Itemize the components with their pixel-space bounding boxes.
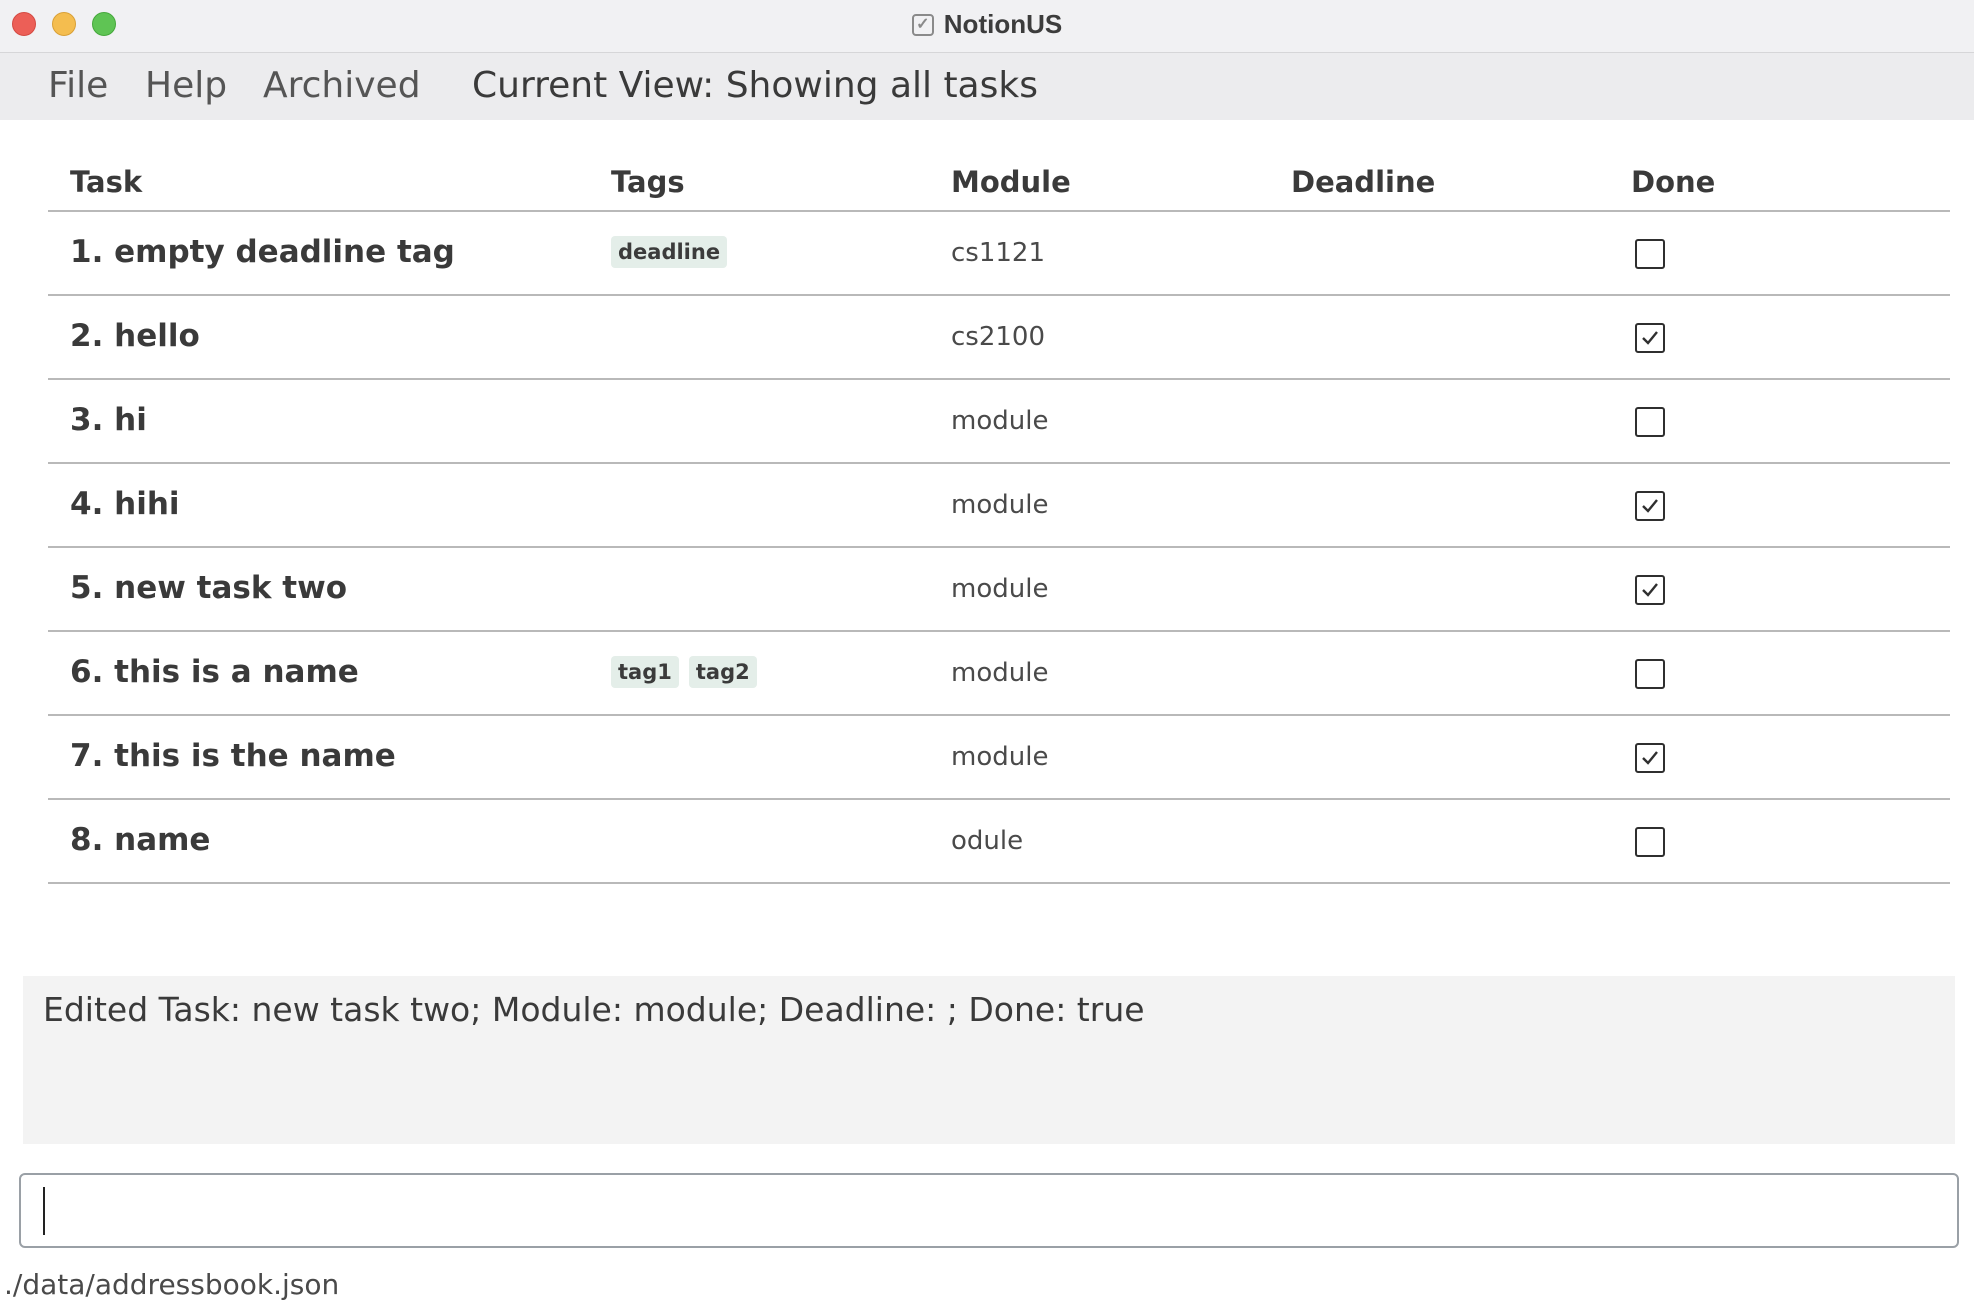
done-checkbox[interactable]: [1635, 659, 1665, 689]
header-task[interactable]: Task: [70, 165, 142, 199]
result-message: Edited Task: new task two; Module: modul…: [43, 990, 1145, 1029]
table-row[interactable]: 7. this is the name module: [48, 716, 1950, 800]
command-input[interactable]: [47, 1185, 1937, 1237]
table-row[interactable]: 1. empty deadline tag deadline cs1121: [48, 212, 1950, 296]
window-title: NotionUS: [943, 9, 1063, 39]
task-module: module: [951, 490, 1049, 520]
task-tags: deadline: [611, 236, 728, 268]
task-module: module: [951, 742, 1049, 772]
table-row[interactable]: 4. hihi module: [48, 464, 1950, 548]
table-row[interactable]: 3. hi module: [48, 380, 1950, 464]
done-checkbox[interactable]: [1635, 827, 1665, 857]
menu-help[interactable]: Help: [145, 65, 227, 106]
task-name: 3. hi: [70, 402, 147, 438]
done-checkbox[interactable]: [1635, 407, 1665, 437]
task-name: 5. new task two: [70, 570, 348, 606]
done-checkbox[interactable]: [1635, 239, 1665, 269]
result-display: Edited Task: new task two; Module: modul…: [23, 976, 1955, 1144]
tag-badge: deadline: [611, 236, 728, 268]
table-row[interactable]: 6. this is a name tag1 tag2 module: [48, 632, 1950, 716]
done-checkbox[interactable]: [1635, 575, 1665, 605]
title-bar: ✓ NotionUS: [0, 0, 1974, 53]
command-box[interactable]: [19, 1173, 1959, 1248]
header-module[interactable]: Module: [951, 165, 1071, 199]
menu-archived[interactable]: Archived: [263, 65, 421, 106]
header-done[interactable]: Done: [1631, 165, 1715, 199]
task-module: module: [951, 406, 1049, 436]
menu-bar: File Help Archived Current View: Showing…: [0, 53, 1974, 120]
table-row[interactable]: 2. hello cs2100: [48, 296, 1950, 380]
task-module: module: [951, 658, 1049, 688]
tag-badge: tag1: [611, 656, 679, 688]
task-module: cs1121: [951, 238, 1046, 268]
task-module: module: [951, 574, 1049, 604]
task-name: 8. name: [70, 822, 211, 858]
menu-file[interactable]: File: [48, 65, 108, 106]
task-tags: tag1 tag2: [611, 656, 757, 688]
table-row[interactable]: 5. new task two module: [48, 548, 1950, 632]
done-checkbox[interactable]: [1635, 491, 1665, 521]
checkmark-icon: [1642, 331, 1658, 345]
checkmark-icon: [1642, 499, 1658, 513]
status-bar: ./data/addressbook.json: [4, 1268, 339, 1301]
header-tags[interactable]: Tags: [611, 165, 685, 199]
task-module: cs2100: [951, 322, 1046, 352]
done-checkbox[interactable]: [1635, 743, 1665, 773]
task-table: Task Tags Module Deadline Done 1. empty …: [48, 150, 1950, 884]
table-header: Task Tags Module Deadline Done: [48, 150, 1950, 212]
done-checkbox[interactable]: [1635, 323, 1665, 353]
checkmark-icon: [1642, 583, 1658, 597]
app-checkbox-icon: ✓: [911, 13, 934, 36]
table-row[interactable]: 8. name odule: [48, 800, 1950, 884]
text-caret: [43, 1187, 45, 1235]
tag-badge: tag2: [688, 656, 757, 688]
task-name: 6. this is a name: [70, 654, 359, 690]
current-view-label: Current View: Showing all tasks: [472, 65, 1038, 106]
task-name: 2. hello: [70, 318, 200, 354]
task-name: 7. this is the name: [70, 738, 396, 774]
window-title-group: ✓ NotionUS: [0, 9, 1974, 40]
checkmark-icon: [1642, 751, 1658, 765]
task-module: odule: [951, 826, 1024, 856]
status-file-path: ./data/addressbook.json: [4, 1268, 340, 1301]
task-name: 4. hihi: [70, 486, 180, 522]
task-name: 1. empty deadline tag: [70, 234, 455, 270]
header-deadline[interactable]: Deadline: [1291, 165, 1435, 199]
